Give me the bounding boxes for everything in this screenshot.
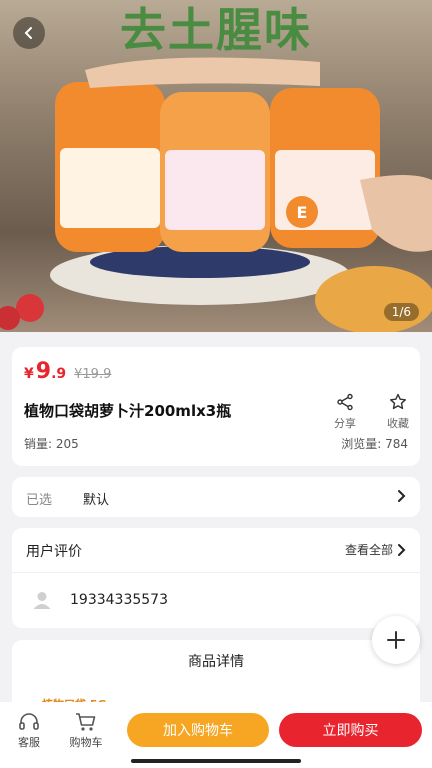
favorite-label: 收藏 — [387, 417, 409, 430]
service-label: 客服 — [18, 736, 40, 749]
chevron-left-icon — [24, 27, 32, 39]
reviews-title: 用户评价 — [26, 544, 82, 560]
view-all-reviews-link[interactable]: 查看全部 — [345, 541, 406, 558]
price-decimal: .9 — [51, 366, 67, 382]
add-button[interactable] — [372, 616, 420, 664]
product-title: 植物口袋胡萝卜汁200mlx3瓶 — [24, 402, 232, 420]
chevron-right-icon — [398, 490, 406, 502]
review-user: 19334335573 — [32, 590, 168, 610]
price-symbol: ¥ — [24, 366, 34, 382]
view-count: 浏览量: 784 — [341, 437, 408, 451]
headset-icon — [19, 713, 39, 730]
view-all-label: 查看全部 — [344, 543, 393, 557]
cart-button[interactable]: 购物车 — [64, 712, 108, 750]
price-row: ¥ 9 .9 ¥19.9 — [24, 359, 111, 384]
product-info-card: ¥ 9 .9 ¥19.9 植物口袋胡萝卜汁200mlx3瓶 分享 收藏 销量: … — [12, 347, 420, 466]
reviews-card: 用户评价 查看全部 19334335573 — [12, 528, 420, 628]
home-indicator — [131, 759, 301, 763]
avatar — [33, 592, 51, 609]
star-icon — [390, 393, 406, 410]
add-to-cart-button[interactable]: 加入购物车 — [127, 713, 269, 747]
option-selector[interactable]: 已选 默认 — [12, 477, 420, 517]
cart-icon — [76, 713, 96, 731]
back-button[interactable] — [13, 17, 45, 49]
plus-icon — [387, 631, 405, 649]
original-price: ¥19.9 — [74, 367, 112, 382]
selected-label: 已选 — [26, 493, 53, 508]
share-label: 分享 — [334, 417, 356, 430]
customer-service-button[interactable]: 客服 — [7, 712, 51, 750]
divider — [12, 572, 420, 573]
bottom-action-bar: 客服 购物车 加入购物车 立即购买 — [0, 702, 432, 768]
buy-now-button[interactable]: 立即购买 — [279, 713, 422, 747]
product-image[interactable]: E 去土腥味 1/6 — [0, 0, 432, 332]
share-button[interactable]: 分享 — [325, 393, 365, 431]
favorite-button[interactable]: 收藏 — [378, 393, 418, 431]
price-integer: 9 — [35, 359, 52, 384]
detail-title: 商品详情 — [188, 654, 244, 670]
image-counter: 1/6 — [383, 303, 419, 321]
hero-headline: 去土腥味 — [120, 3, 312, 57]
chevron-right-icon — [398, 543, 406, 556]
sales-count: 销量: 205 — [24, 437, 79, 451]
share-icon — [337, 393, 353, 411]
review-user-name: 19334335573 — [70, 592, 168, 608]
svg-text:E: E — [297, 203, 308, 222]
cart-label: 购物车 — [69, 736, 103, 749]
selected-value: 默认 — [83, 493, 110, 508]
